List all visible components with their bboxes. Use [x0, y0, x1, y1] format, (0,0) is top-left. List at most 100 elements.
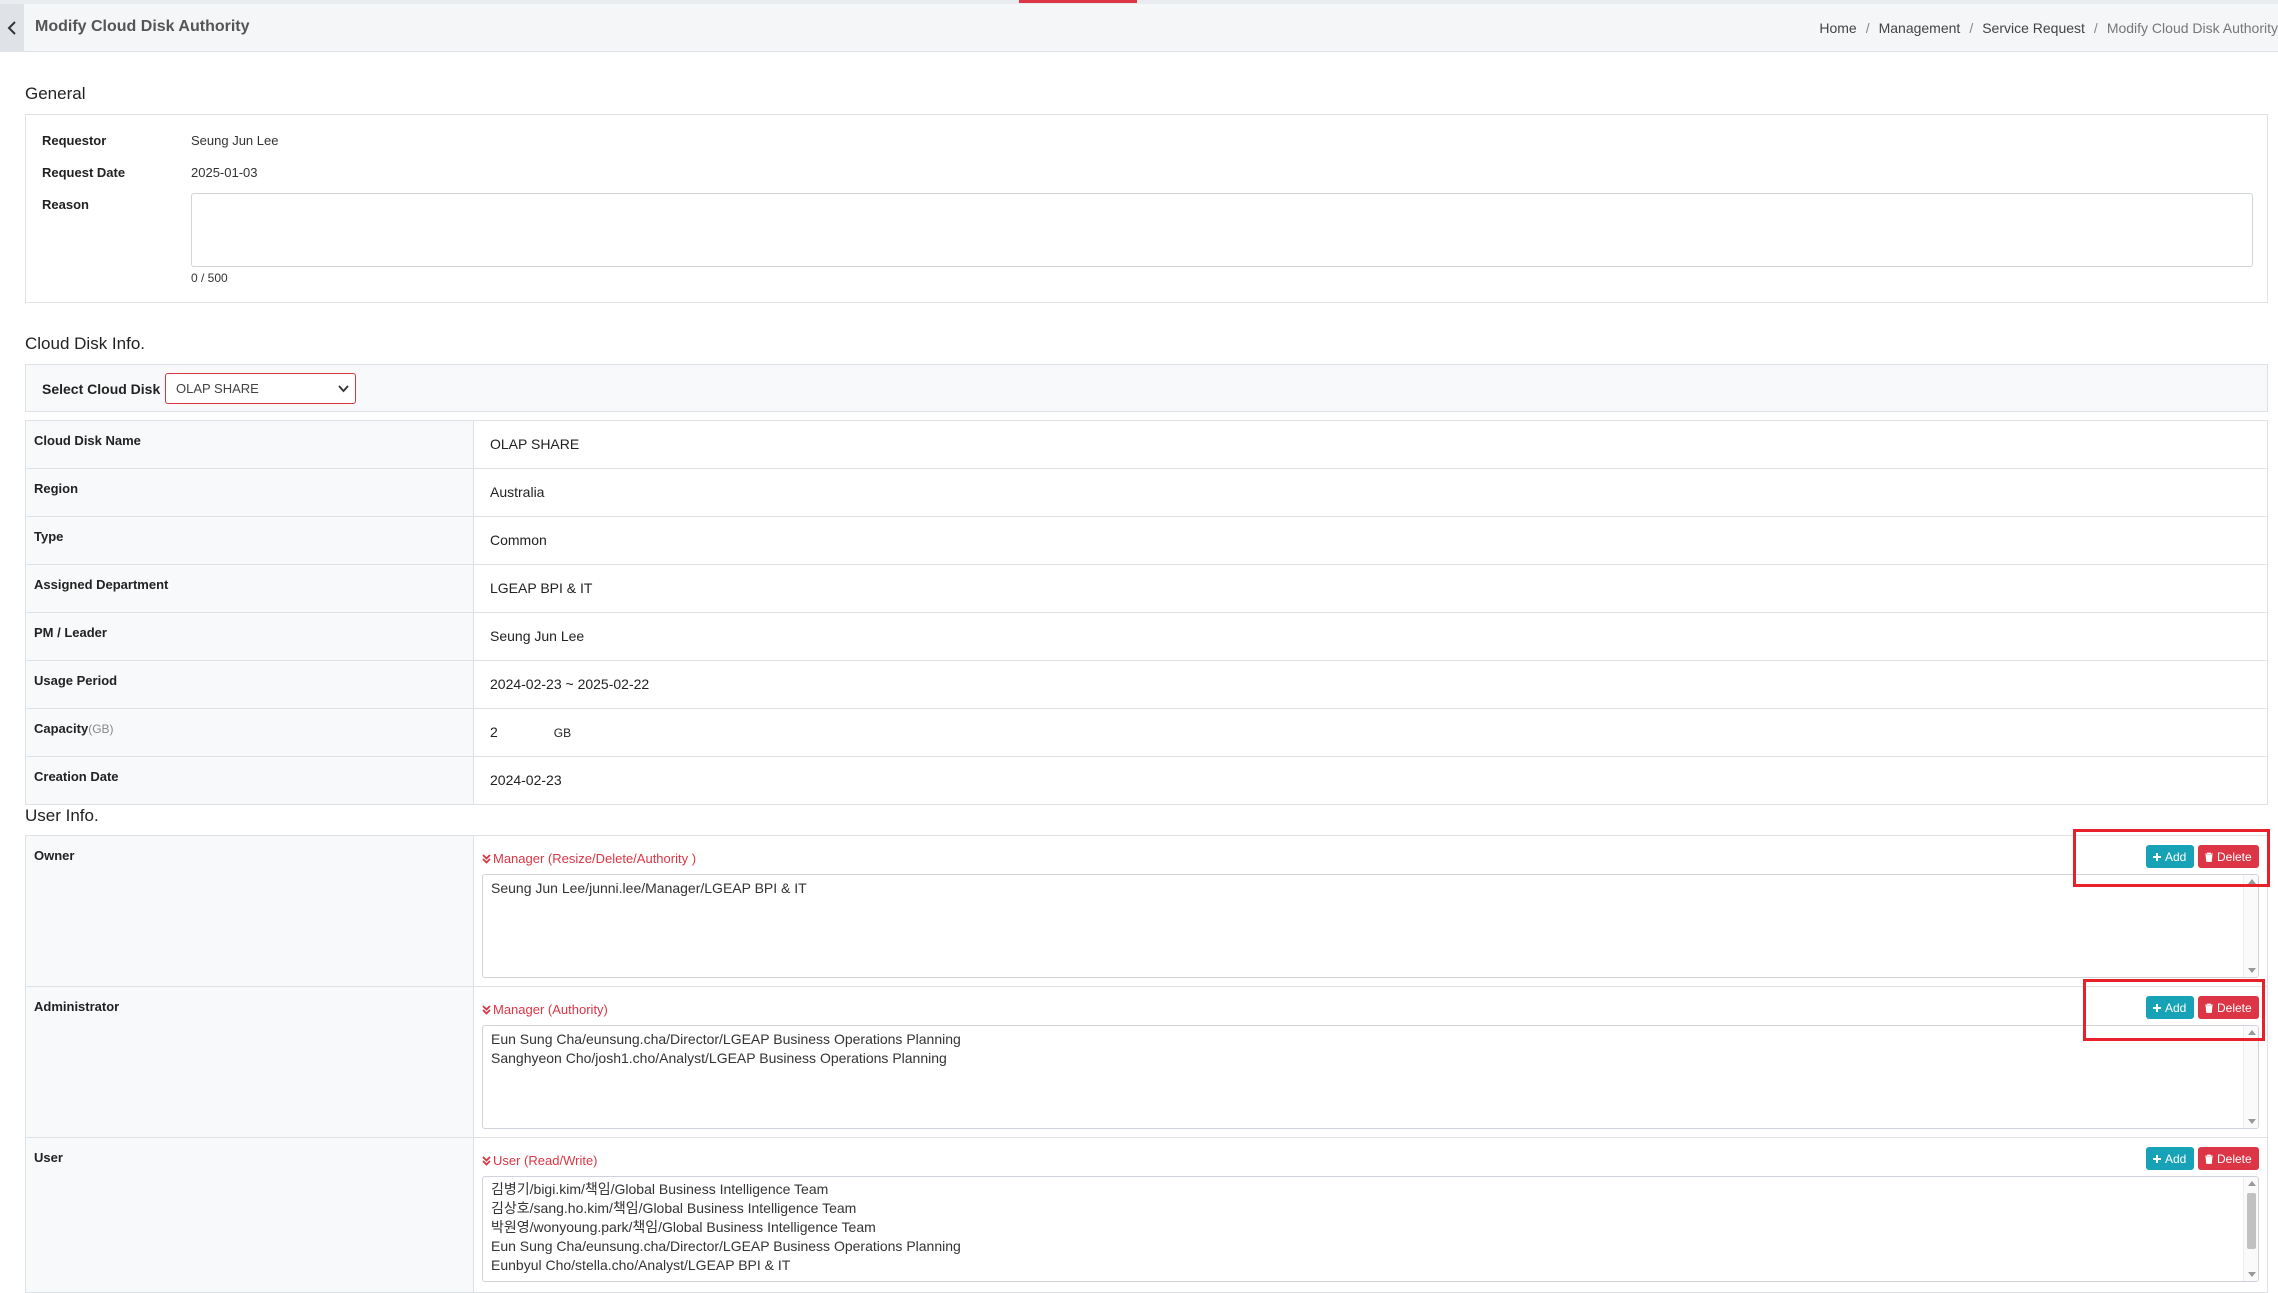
- user-info-table: Owner Manager (Resize/Delete/Authority )…: [25, 835, 2268, 1293]
- reason-char-counter: 0 / 500: [191, 271, 228, 285]
- scroll-down-icon[interactable]: [2248, 968, 2256, 973]
- requestor-value: Seung Jun Lee: [191, 133, 279, 148]
- user-actions: Add Delete: [2146, 1147, 2259, 1170]
- user-add-button[interactable]: Add: [2146, 1147, 2194, 1170]
- double-chevron-down-icon: [482, 1156, 491, 1166]
- request-date-value: 2025-01-03: [191, 165, 258, 180]
- assigned-department-value: LGEAP BPI & IT: [473, 564, 2268, 613]
- cloud-disk-info-table: Cloud Disk Name OLAP SHARE Region Austra…: [25, 420, 2268, 805]
- region-value: Australia: [473, 468, 2268, 517]
- creation-date-label: Creation Date: [25, 756, 474, 805]
- cloud-disk-section-title: Cloud Disk Info.: [25, 334, 145, 353]
- breadcrumb-current: Modify Cloud Disk Authority: [2106, 20, 2278, 36]
- list-item[interactable]: 김상호/sang.ho.kim/책임/Global Business Intel…: [491, 1199, 2250, 1218]
- active-tab-indicator: [1019, 0, 1137, 3]
- administrator-actions-highlight: [2083, 979, 2265, 1041]
- chevron-left-icon: [7, 21, 16, 35]
- disk-name-label: Cloud Disk Name: [25, 420, 474, 469]
- administrator-list[interactable]: Eun Sung Cha/eunsung.cha/Director/LGEAP …: [482, 1025, 2259, 1129]
- chevron-down-icon: [338, 385, 349, 393]
- breadcrumb-service-request[interactable]: Service Request: [1982, 20, 2085, 36]
- list-item[interactable]: Seung Jun Lee/junni.lee/Manager/LGEAP BP…: [491, 879, 2250, 898]
- user-cell: User (Read/Write) Add Delete 김병기/bigi.ki…: [473, 1137, 2268, 1293]
- breadcrumb-management[interactable]: Management: [1879, 20, 1961, 36]
- table-row: Capacity(GB) 2 GB: [25, 708, 2268, 757]
- table-row: Assigned Department LGEAP BPI & IT: [25, 564, 2268, 613]
- requestor-label: Requestor: [42, 133, 107, 148]
- user-list[interactable]: 김병기/bigi.kim/책임/Global Business Intellig…: [482, 1176, 2259, 1282]
- breadcrumb-separator: /: [1865, 20, 1870, 36]
- user-role-text: User (Read/Write): [493, 1153, 598, 1168]
- plus-icon: [2153, 1154, 2161, 1163]
- capacity-value: 2: [490, 724, 498, 740]
- administrator-role-text: Manager (Authority): [493, 1002, 608, 1017]
- user-row: User User (Read/Write) Add Delete 김병기/bi…: [25, 1137, 2268, 1293]
- type-label: Type: [25, 516, 474, 565]
- delete-label: Delete: [2217, 1151, 2252, 1166]
- administrator-row: Administrator Manager (Authority) Add De…: [25, 986, 2268, 1138]
- table-row: Creation Date 2024-02-23: [25, 756, 2268, 805]
- owner-actions-highlight: [2073, 829, 2270, 887]
- list-item[interactable]: 김병기/bigi.kim/책임/Global Business Intellig…: [491, 1180, 2250, 1199]
- scrollbar[interactable]: [2243, 875, 2258, 977]
- double-chevron-down-icon: [482, 1005, 491, 1015]
- table-row: PM / Leader Seung Jun Lee: [25, 612, 2268, 661]
- owner-role-label: Manager (Resize/Delete/Authority ): [482, 851, 696, 866]
- list-item[interactable]: Eun Sung Cha/eunsung.cha/Director/LGEAP …: [491, 1237, 2250, 1256]
- table-row: Usage Period 2024-02-23 ~ 2025-02-22: [25, 660, 2268, 709]
- back-button[interactable]: [0, 4, 24, 52]
- trash-icon: [2205, 1154, 2213, 1164]
- scrollbar[interactable]: [2243, 1177, 2258, 1281]
- breadcrumb-separator: /: [2093, 20, 2098, 36]
- administrator-cell: Manager (Authority) Add Delete Eun Sung …: [473, 986, 2268, 1138]
- select-cloud-disk-label: Select Cloud Disk: [42, 381, 161, 397]
- reason-textarea[interactable]: [191, 193, 2253, 267]
- owner-role-text: Manager (Resize/Delete/Authority ): [493, 851, 697, 866]
- cloud-disk-select-value: OLAP SHARE: [176, 381, 259, 396]
- user-role-label: User (Read/Write): [482, 1153, 598, 1168]
- administrator-role-label: Manager (Authority): [482, 1002, 608, 1017]
- scrollbar-thumb[interactable]: [2247, 1193, 2256, 1249]
- capacity-value-cell: 2 GB: [473, 708, 2268, 757]
- usage-period-value: 2024-02-23 ~ 2025-02-22: [473, 660, 2268, 709]
- scroll-up-icon[interactable]: [2248, 1181, 2256, 1186]
- breadcrumb-separator: /: [1969, 20, 1974, 36]
- owner-cell: Manager (Resize/Delete/Authority ) Add D…: [473, 835, 2268, 987]
- general-section-title: General: [25, 84, 86, 103]
- owner-row: Owner Manager (Resize/Delete/Authority )…: [25, 835, 2268, 987]
- scrollbar[interactable]: [2243, 1026, 2258, 1128]
- user-info-section-title: User Info.: [25, 806, 99, 825]
- owner-label: Owner: [25, 835, 474, 987]
- page-title: Modify Cloud Disk Authority: [35, 18, 250, 35]
- capacity-unit: GB: [553, 726, 572, 740]
- table-row: Cloud Disk Name OLAP SHARE: [25, 420, 2268, 469]
- pm-leader-value: Seung Jun Lee: [473, 612, 2268, 661]
- assigned-department-label: Assigned Department: [25, 564, 474, 613]
- double-chevron-down-icon: [482, 854, 491, 864]
- pm-leader-label: PM / Leader: [25, 612, 474, 661]
- owner-list[interactable]: Seung Jun Lee/junni.lee/Manager/LGEAP BP…: [482, 874, 2259, 978]
- usage-period-label: Usage Period: [25, 660, 474, 709]
- user-label: User: [25, 1137, 474, 1293]
- region-label: Region: [25, 468, 474, 517]
- creation-date-value: 2024-02-23: [473, 756, 2268, 805]
- list-item[interactable]: 박원영/wonyoung.park/책임/Global Business Int…: [491, 1218, 2250, 1237]
- capacity-label-unit: (GB): [88, 722, 114, 736]
- capacity-label-cell: Capacity(GB): [25, 708, 474, 757]
- breadcrumb-home[interactable]: Home: [1819, 20, 1856, 36]
- cloud-disk-select[interactable]: OLAP SHARE: [165, 373, 356, 404]
- list-item[interactable]: Eun Sung Cha/eunsung.cha/Director/LGEAP …: [491, 1030, 2250, 1049]
- table-row: Region Australia: [25, 468, 2268, 517]
- page-header: Modify Cloud Disk Authority Home / Managem…: [0, 4, 2278, 52]
- general-panel: Requestor Seung Jun Lee Request Date 202…: [25, 114, 2268, 303]
- select-disk-bar: Select Cloud Disk OLAP SHARE: [25, 364, 2268, 412]
- administrator-label: Administrator: [25, 986, 474, 1138]
- reason-label: Reason: [42, 197, 89, 212]
- scroll-down-icon[interactable]: [2248, 1119, 2256, 1124]
- table-row: Type Common: [25, 516, 2268, 565]
- list-item[interactable]: Sanghyeon Cho/josh1.cho/Analyst/LGEAP Bu…: [491, 1049, 2250, 1068]
- user-delete-button[interactable]: Delete: [2198, 1147, 2259, 1170]
- list-item[interactable]: Eunbyul Cho/stella.cho/Analyst/LGEAP BPI…: [491, 1256, 2250, 1275]
- type-value: Common: [473, 516, 2268, 565]
- scroll-down-icon[interactable]: [2248, 1272, 2256, 1277]
